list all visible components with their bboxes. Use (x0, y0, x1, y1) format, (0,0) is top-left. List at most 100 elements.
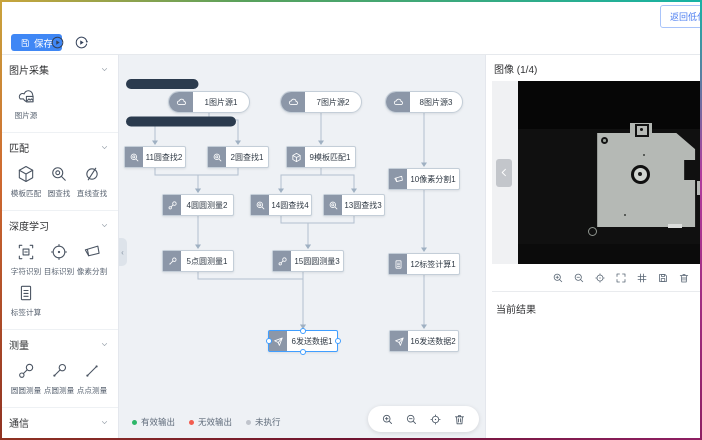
results-panel-title: 当前结果 (486, 292, 702, 316)
plate-tab-square (635, 124, 649, 137)
port-bottom[interactable] (300, 349, 306, 355)
image-dark-band-bottom (518, 244, 700, 264)
floppy-icon[interactable] (657, 272, 669, 284)
tool-measure-pp[interactable]: 点点测量 (75, 361, 108, 396)
zoom-out-icon[interactable] (573, 272, 585, 284)
send-icon (269, 331, 287, 351)
tool-target[interactable]: 目标识别 (42, 242, 75, 277)
chevron-down-icon (100, 221, 109, 230)
image-viewer (492, 81, 700, 264)
chevron-down-icon (100, 418, 109, 427)
cube-icon (16, 164, 36, 184)
play-circle-icon (50, 35, 65, 50)
run-once-button[interactable] (74, 35, 89, 50)
port-left[interactable] (266, 338, 272, 344)
port-top[interactable] (300, 328, 306, 334)
bearing-ring (631, 165, 650, 184)
node-n8[interactable]: 8图片源3 (385, 91, 463, 113)
node-label: 16发送数据2 (408, 331, 458, 351)
zoom-out-icon[interactable] (405, 413, 418, 426)
prev-image-button[interactable] (496, 159, 512, 187)
node-n10[interactable]: 10像素分割1 (388, 168, 460, 190)
tool-label: 直线查找 (76, 188, 106, 198)
tool-doc[interactable]: 标签计算 (9, 283, 42, 318)
tool-label: 字符识别 (10, 266, 40, 276)
run-button[interactable] (50, 35, 65, 50)
back-to-lowcode-button[interactable]: 返回低代 (660, 5, 702, 28)
zoom-in-icon[interactable] (381, 413, 394, 426)
port-right[interactable] (335, 338, 341, 344)
tool-cube[interactable]: 模板匹配 (9, 164, 42, 199)
plate-dot (624, 214, 626, 216)
measure-cc-icon (167, 200, 178, 211)
sidebar-section-3: 测量圆圆测量点圆测量点点测量 (0, 330, 118, 408)
tool-label: 模板匹配 (10, 188, 40, 198)
menu-icon[interactable] (31, 9, 46, 24)
plate-dot (643, 154, 645, 156)
screw-hole (601, 137, 608, 144)
inspection-image (518, 81, 700, 264)
image-nav-column (492, 81, 518, 264)
tool-circle-search[interactable]: 圆查找 (42, 164, 75, 199)
send-icon (394, 336, 405, 347)
sidebar-section-header[interactable]: 通信 (9, 415, 109, 430)
save-icon (20, 38, 30, 48)
circle-search-icon (251, 195, 269, 215)
node-n12[interactable]: 12标签计算1 (388, 253, 460, 275)
sidebar-section-title: 测量 (9, 337, 29, 352)
node-n4[interactable]: 4圆圆测量2 (162, 194, 234, 216)
node-n16[interactable]: 16发送数据2 (389, 330, 459, 352)
locate-icon[interactable] (594, 272, 606, 284)
sidebar-section-items: 圆圆测量点圆测量点点测量 (9, 361, 109, 402)
tool-measure-cc[interactable]: 圆圆测量 (9, 361, 42, 396)
grid-icon[interactable] (636, 272, 648, 284)
measure-cc-icon (273, 251, 291, 271)
right-panel: 图像 (1/4) 当前结果 (485, 55, 702, 440)
node-n15[interactable]: 15圆圆测量3 (272, 250, 344, 272)
sidebar-section-items: 模板匹配圆查找直线查找 (9, 164, 109, 205)
node-n5[interactable]: 5点圆测量1 (162, 250, 234, 272)
app-header: 返回低代 (0, 0, 702, 33)
play-once-circle-icon (74, 35, 89, 50)
trash-icon[interactable] (678, 272, 690, 284)
cloud-icon (386, 92, 410, 112)
node-n14[interactable]: 14圆查找4 (250, 194, 312, 216)
legend-dot (189, 420, 194, 425)
sidebar-section-header[interactable]: 测量 (9, 337, 109, 352)
tool-measure-pc[interactable]: 点圆测量 (42, 361, 75, 396)
measure-pp-icon (82, 361, 102, 381)
send-icon (390, 331, 408, 351)
node-label: 6发送数据1 (287, 331, 337, 351)
sidebar-section-4: 通信 (0, 408, 118, 440)
plate-foot-detail (588, 227, 597, 236)
node-n6[interactable]: 6发送数据1 (268, 330, 338, 352)
node-n13[interactable]: 13圆查找3 (323, 194, 385, 216)
legend-label: 未执行 (255, 416, 281, 428)
sidebar-section-title: 匹配 (9, 140, 29, 155)
sidebar-section-items: 字符识别目标识别像素分割标签计算 (9, 242, 109, 324)
tool-ocr[interactable]: 字符识别 (9, 242, 42, 277)
image-dark-band (518, 81, 700, 129)
node-label: 14圆查找4 (269, 195, 311, 215)
node-label: 10像素分割1 (407, 169, 459, 189)
sidebar-section-header[interactable]: 深度学习 (9, 218, 109, 233)
zoom-in-icon[interactable] (552, 272, 564, 284)
tool-line-search[interactable]: 直线查找 (75, 164, 108, 199)
measure-pc-icon (163, 251, 181, 271)
line-search-icon (82, 164, 102, 184)
trash-icon[interactable] (453, 413, 466, 426)
target-icon (49, 242, 69, 262)
legend-item: 有效输出 (132, 416, 175, 428)
sidebar-section-title: 深度学习 (9, 218, 49, 233)
circle-search-icon (49, 164, 69, 184)
locate-icon[interactable] (429, 413, 442, 426)
measure-cc-icon (163, 195, 181, 215)
cloud-icon (393, 97, 404, 108)
sidebar-collapse-handle[interactable]: ‹ (118, 238, 127, 266)
bright-reflection (668, 224, 682, 228)
segment-icon (389, 169, 407, 189)
node-label: 4圆圆测量2 (181, 195, 233, 215)
tool-segment[interactable]: 像素分割 (75, 242, 108, 277)
chevron-left-icon (499, 167, 510, 178)
expand-icon[interactable] (615, 272, 627, 284)
